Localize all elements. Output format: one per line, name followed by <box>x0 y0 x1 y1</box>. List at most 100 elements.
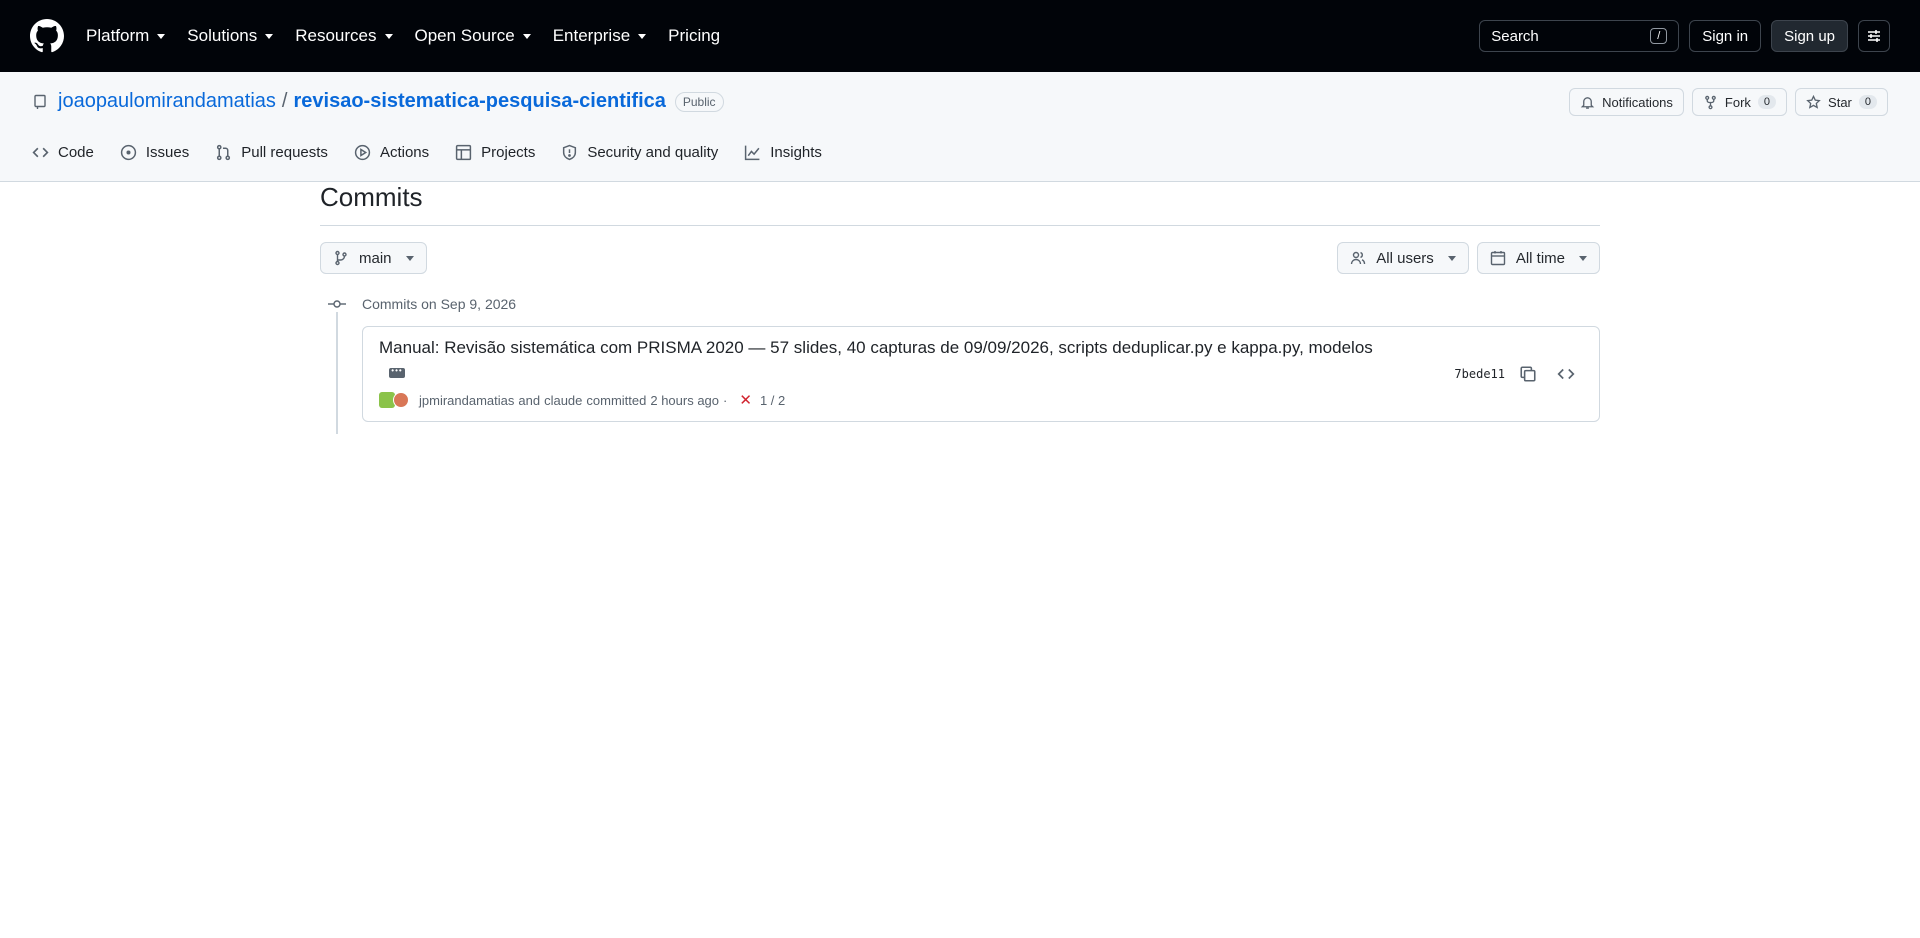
chevron-down-icon <box>638 33 647 39</box>
notifications-button[interactable]: Notifications <box>1569 88 1684 116</box>
tab-projects[interactable]: Projects <box>455 144 535 161</box>
nav-label: Platform <box>86 26 150 45</box>
bell-icon <box>1580 96 1595 109</box>
tab-code[interactable]: Code <box>32 144 94 161</box>
notifications-label: Notifications <box>1602 94 1673 110</box>
graph-icon <box>745 145 760 161</box>
timeline-line <box>336 312 338 434</box>
branch-select[interactable]: main <box>320 242 427 274</box>
branch-icon <box>335 250 347 266</box>
tab-issues[interactable]: Issues <box>120 144 189 161</box>
chevron-down-icon <box>157 33 166 39</box>
chevron-down-icon <box>1447 255 1456 261</box>
tab-actions[interactable]: Actions <box>354 144 429 161</box>
repository-header: joaopaulomirandamatias / revisao-sistema… <box>0 72 1920 182</box>
star-label: Star <box>1828 94 1852 110</box>
fork-button[interactable]: Fork 0 <box>1691 88 1788 116</box>
commit-timeline: Commits on Sep 9, 2026 Manual: Revisão s… <box>320 296 1600 434</box>
repo-name-link[interactable]: revisao-sistematica-pesquisa-cientifica <box>293 90 665 113</box>
pull-request-icon <box>217 144 231 161</box>
repo-owner-link[interactable]: joaopaulomirandamatias <box>58 90 276 113</box>
chevron-down-icon <box>265 33 274 39</box>
checks-status[interactable]: 1 / 2 <box>760 393 785 408</box>
commits-page: Commits main All users All time Commits … <box>320 182 1600 434</box>
filter-group: All users All time <box>1337 242 1600 274</box>
sign-up-button[interactable]: Sign up <box>1771 20 1848 52</box>
commit-sha-link[interactable]: 7bede11 <box>1454 367 1505 381</box>
tab-label: Actions <box>379 144 430 161</box>
users-filter-label: All users <box>1376 249 1434 267</box>
visibility-badge: Public <box>674 91 724 112</box>
sliders-icon <box>1868 30 1880 42</box>
time-filter[interactable]: All time <box>1476 242 1600 274</box>
author-link[interactable]: jpmirandamatias <box>419 393 514 408</box>
repo-tabs: Code Issues Pull requests Actions Projec… <box>32 144 822 161</box>
search-label: Search <box>1491 27 1539 45</box>
commit-group-heading: Commits on Sep 9, 2026 <box>320 296 1600 312</box>
appearance-settings-button[interactable] <box>1858 20 1890 52</box>
calendar-icon <box>1490 251 1506 266</box>
tab-security[interactable]: Security and quality <box>561 144 718 161</box>
fork-icon <box>1705 95 1716 109</box>
copy-icon[interactable] <box>1519 365 1537 383</box>
repo-breadcrumb: joaopaulomirandamatias / revisao-sistema… <box>32 90 724 113</box>
global-nav: Platform Solutions Resources Open Source… <box>86 26 742 46</box>
tab-insights[interactable]: Insights <box>744 144 822 161</box>
commits-filters: main All users All time <box>320 242 1600 274</box>
search-input[interactable]: Search / <box>1479 20 1680 52</box>
expand-message-button[interactable]: ••• <box>389 367 405 378</box>
repo-icon <box>34 94 46 109</box>
fork-count: 0 <box>1757 95 1777 109</box>
nav-open-source[interactable]: Open Source <box>415 26 531 46</box>
code-icon[interactable] <box>1557 365 1575 383</box>
issue-icon <box>120 144 137 161</box>
nav-enterprise[interactable]: Enterprise <box>553 26 647 46</box>
commit-group-date: Commits on Sep 9, 2026 <box>362 296 517 312</box>
commit-message-link[interactable]: Manual: Revisão sistemática com PRISMA 2… <box>379 338 1373 358</box>
nav-label: Pricing <box>668 26 721 45</box>
nav-solutions[interactable]: Solutions <box>187 26 274 46</box>
nav-resources[interactable]: Resources <box>295 26 393 46</box>
tab-label: Code <box>58 144 94 161</box>
meta-separator: · <box>723 392 728 408</box>
page-title: Commits <box>320 182 1600 226</box>
users-filter[interactable]: All users <box>1337 242 1469 274</box>
tab-label: Projects <box>481 144 536 161</box>
nav-label: Open Source <box>414 26 515 45</box>
committed-text: committed <box>586 392 647 408</box>
commit-meta: jpmirandamatias and claude committed 2 h… <box>379 391 785 409</box>
people-icon <box>1351 251 1366 265</box>
avatar[interactable] <box>393 392 409 408</box>
header-actions: Search / Sign in Sign up <box>1479 20 1890 52</box>
nav-platform[interactable]: Platform <box>86 26 166 46</box>
tab-label: Issues <box>145 144 190 161</box>
shield-icon <box>563 144 577 161</box>
tab-label: Security and quality <box>587 144 719 161</box>
branch-name: main <box>359 249 392 267</box>
tab-label: Pull requests <box>241 144 328 161</box>
tab-pull-requests[interactable]: Pull requests <box>215 144 328 161</box>
search-shortcut-key: / <box>1650 28 1668 44</box>
repo-actions: Notifications Fork 0 Star 0 <box>1569 88 1888 116</box>
time-filter-label: All time <box>1515 249 1565 267</box>
and-text: and <box>518 392 541 408</box>
chevron-down-icon <box>522 33 531 39</box>
star-button[interactable]: Star 0 <box>1795 88 1888 116</box>
x-icon[interactable]: ✕ <box>739 391 752 409</box>
chevron-down-icon <box>405 255 414 261</box>
tab-label: Insights <box>770 144 822 161</box>
commit-time: 2 hours ago <box>650 392 720 408</box>
commit-icon <box>328 300 346 308</box>
nav-pricing[interactable]: Pricing <box>668 26 720 46</box>
nav-label: Solutions <box>187 26 258 45</box>
star-icon <box>1806 94 1821 109</box>
breadcrumb-separator: / <box>281 90 288 112</box>
github-logo-icon[interactable] <box>30 19 64 53</box>
chevron-down-icon <box>1579 255 1587 261</box>
sign-in-button[interactable]: Sign in <box>1689 20 1762 52</box>
commit-row: Manual: Revisão sistemática com PRISMA 2… <box>362 326 1600 422</box>
coauthor-link[interactable]: claude <box>544 393 582 408</box>
star-count: 0 <box>1858 95 1877 109</box>
code-icon <box>32 147 49 158</box>
fork-label: Fork <box>1724 94 1751 110</box>
